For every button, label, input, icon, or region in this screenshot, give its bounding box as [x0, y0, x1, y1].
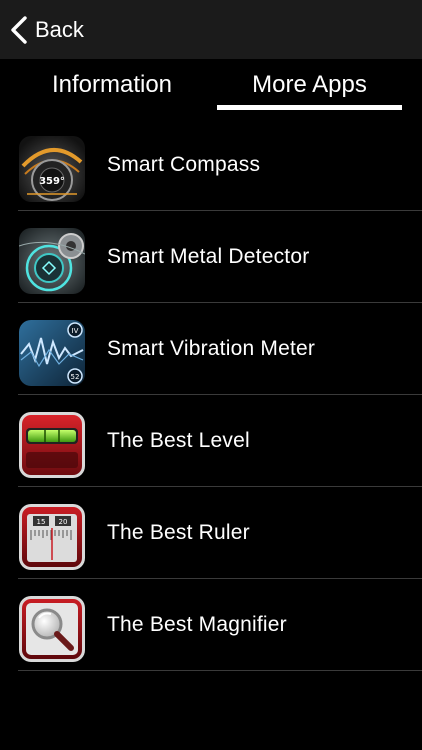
compass-readout: 359°	[39, 176, 65, 187]
list-item-the-best-magnifier[interactable]: The Best Magnifier	[0, 579, 422, 671]
app-title: Smart Compass	[107, 153, 261, 176]
list-item-smart-compass[interactable]: 359° Smart Compass	[0, 119, 422, 211]
list-item-the-best-level[interactable]: The Best Level	[0, 395, 422, 487]
list-item-the-best-ruler[interactable]: 15 20 The Best Ruler	[0, 487, 422, 579]
svg-text:52: 52	[71, 373, 80, 381]
magnifier-app-icon	[19, 596, 85, 662]
app-title: The Best Magnifier	[107, 613, 287, 636]
svg-text:20: 20	[59, 518, 68, 526]
list-item-smart-metal-detector[interactable]: Smart Metal Detector	[0, 211, 422, 303]
metal-detector-app-icon	[19, 228, 85, 294]
app-title: Smart Metal Detector	[107, 245, 310, 268]
selected-tab-indicator	[217, 105, 402, 110]
app-title: The Best Level	[107, 429, 250, 452]
app-title: The Best Ruler	[107, 521, 250, 544]
app-title: Smart Vibration Meter	[107, 337, 316, 360]
compass-app-icon: 359°	[19, 136, 85, 202]
vibration-meter-app-icon: IV 52	[19, 320, 85, 386]
back-button[interactable]: Back	[0, 0, 84, 59]
list-item-smart-vibration-meter[interactable]: IV 52 Smart Vibration Meter	[0, 303, 422, 395]
level-app-icon	[19, 412, 85, 478]
back-label: Back	[35, 16, 84, 42]
tab-more-apps[interactable]: More Apps	[217, 59, 402, 111]
ruler-app-icon: 15 20	[19, 504, 85, 570]
segmented-tabs: Information More Apps	[0, 59, 422, 111]
navigation-bar: Back	[0, 0, 422, 59]
chevron-left-icon	[11, 15, 27, 44]
svg-text:15: 15	[37, 518, 46, 526]
tab-information[interactable]: Information	[20, 59, 204, 111]
more-apps-list: 359° Smart Compass Smart Metal Detector …	[0, 119, 422, 671]
svg-text:IV: IV	[72, 327, 79, 335]
